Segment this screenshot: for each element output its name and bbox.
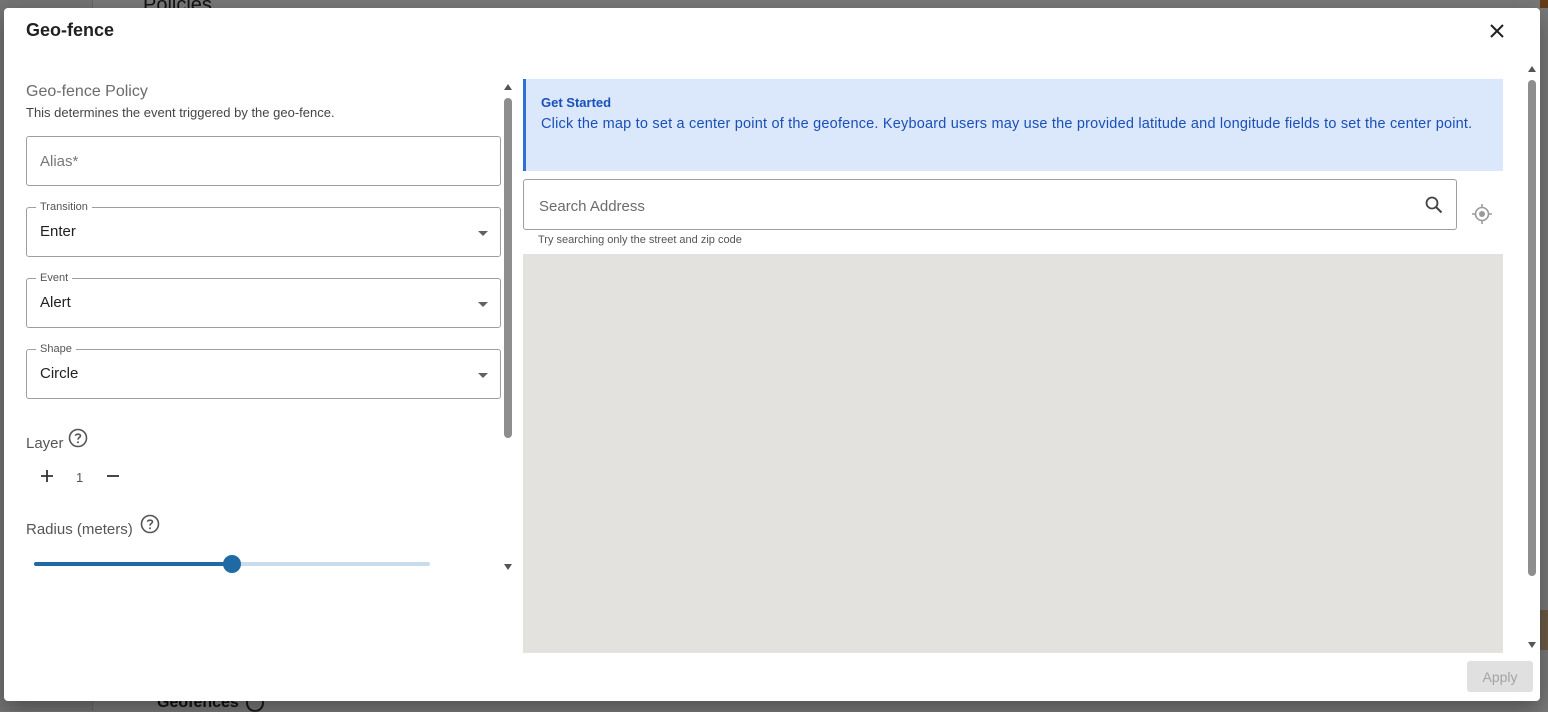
scroll-up-icon[interactable]	[1528, 66, 1536, 72]
layer-increment-button[interactable]	[35, 464, 59, 488]
search-icon[interactable]	[1424, 195, 1444, 215]
shape-select[interactable]: Shape Circle	[26, 343, 501, 399]
plus-icon	[41, 470, 53, 482]
close-icon	[1490, 24, 1504, 38]
dialog-title: Geo-fence	[26, 20, 115, 40]
apply-button[interactable]: Apply	[1467, 661, 1533, 692]
geofence-dialog: Geo-fence Geo-fence Policy This determin…	[4, 8, 1540, 701]
scrollbar-thumb[interactable]	[1528, 80, 1536, 576]
alert-title: Get Started	[541, 95, 612, 110]
search-address-field[interactable]	[523, 179, 1457, 230]
slider-thumb[interactable]	[223, 555, 241, 573]
transition-label: Transition	[36, 201, 92, 213]
layer-value: 1	[76, 470, 84, 485]
event-select[interactable]: Event Alert	[26, 272, 501, 328]
shape-label: Shape	[36, 343, 76, 355]
scroll-down-icon[interactable]	[1528, 642, 1536, 648]
policy-form-panel: Geo-fence Policy This determines the eve…	[4, 78, 522, 578]
help-circle-icon[interactable]	[68, 428, 88, 448]
policy-description: This determines the event triggered by t…	[26, 105, 335, 120]
radius-slider[interactable]	[34, 554, 430, 574]
alert-text: Click the map to set a center point of t…	[541, 116, 1473, 132]
slider-track	[34, 562, 232, 566]
search-input[interactable]	[537, 190, 1411, 222]
map-canvas[interactable]	[523, 254, 1503, 653]
close-button[interactable]	[1484, 18, 1510, 44]
dialog-scrollbar[interactable]	[1525, 64, 1539, 654]
alias-placeholder: Alias*	[40, 153, 79, 170]
shape-value: Circle	[40, 365, 79, 382]
scrollbar-thumb[interactable]	[504, 98, 512, 438]
layer-decrement-button[interactable]	[101, 464, 125, 488]
chevron-down-icon	[478, 302, 488, 307]
minus-icon	[107, 475, 119, 477]
alias-field[interactable]: Alias*	[26, 136, 501, 186]
policy-title: Geo-fence Policy	[26, 83, 148, 100]
search-hint: Try searching only the street and zip co…	[538, 234, 742, 246]
radius-label: Radius (meters)	[26, 521, 133, 538]
get-started-alert: Get Started Click the map to set a cente…	[523, 79, 1503, 171]
event-label: Event	[36, 272, 73, 284]
chevron-down-icon	[478, 373, 488, 378]
my-location-icon[interactable]	[1471, 203, 1493, 225]
form-scrollbar[interactable]	[501, 82, 515, 572]
transition-select[interactable]: Transition Enter	[26, 201, 501, 257]
scroll-down-icon[interactable]	[504, 564, 512, 570]
help-circle-icon[interactable]	[140, 514, 160, 534]
transition-value: Enter	[40, 223, 76, 240]
layer-label: Layer	[26, 435, 64, 452]
scroll-up-icon[interactable]	[504, 84, 512, 90]
event-value: Alert	[40, 294, 71, 311]
chevron-down-icon	[478, 231, 488, 236]
